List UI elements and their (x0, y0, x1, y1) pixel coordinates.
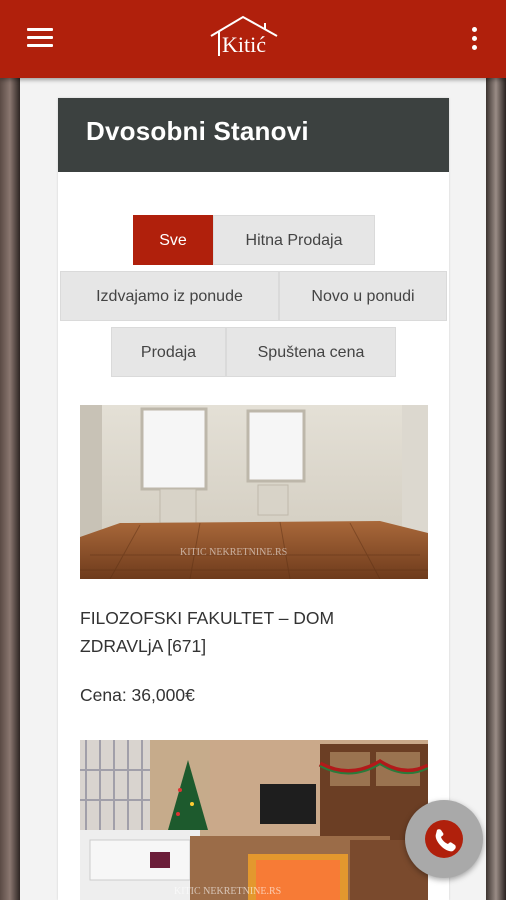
page-title: Dvosobni Stanovi (86, 116, 309, 146)
kitic-logo[interactable]: Kitić (205, 14, 285, 64)
photo-watermark: KITIC NEKRETNINE.RS (180, 547, 287, 558)
filter-sve-button[interactable]: Sve (133, 215, 213, 265)
logo-text: Kitić (222, 32, 266, 57)
filter-izdvajamo-button[interactable]: Izdvajamo iz ponude (60, 271, 279, 321)
listing-photo[interactable]: KITIC NEKRETNINE.RS (80, 740, 428, 900)
listing-photo[interactable]: KITIC NEKRETNINE.RS (80, 405, 428, 579)
photo-watermark: KITIC NEKRETNINE.RS (174, 886, 281, 897)
filter-novo-u-ponudi-button[interactable]: Novo u ponudi (279, 271, 447, 321)
hamburger-menu-icon[interactable] (27, 28, 53, 48)
call-fab-button[interactable] (405, 800, 483, 878)
listing-price: Cena: 36,000€ (80, 685, 195, 705)
card-header: Dvosobni Stanovi (58, 98, 449, 172)
phone-icon (425, 820, 463, 858)
filter-prodaja-button[interactable]: Prodaja (111, 327, 226, 377)
app-bar: Kitić (0, 0, 506, 78)
filter-hitna-prodaja-button[interactable]: Hitna Prodaja (213, 215, 375, 265)
filter-spustena-cena-button[interactable]: Spuštena cena (226, 327, 396, 377)
listing-title[interactable]: FILOZOFSKI FAKULTET – DOM ZDRAVLjA [671] (80, 604, 410, 660)
more-options-icon[interactable] (470, 27, 480, 53)
